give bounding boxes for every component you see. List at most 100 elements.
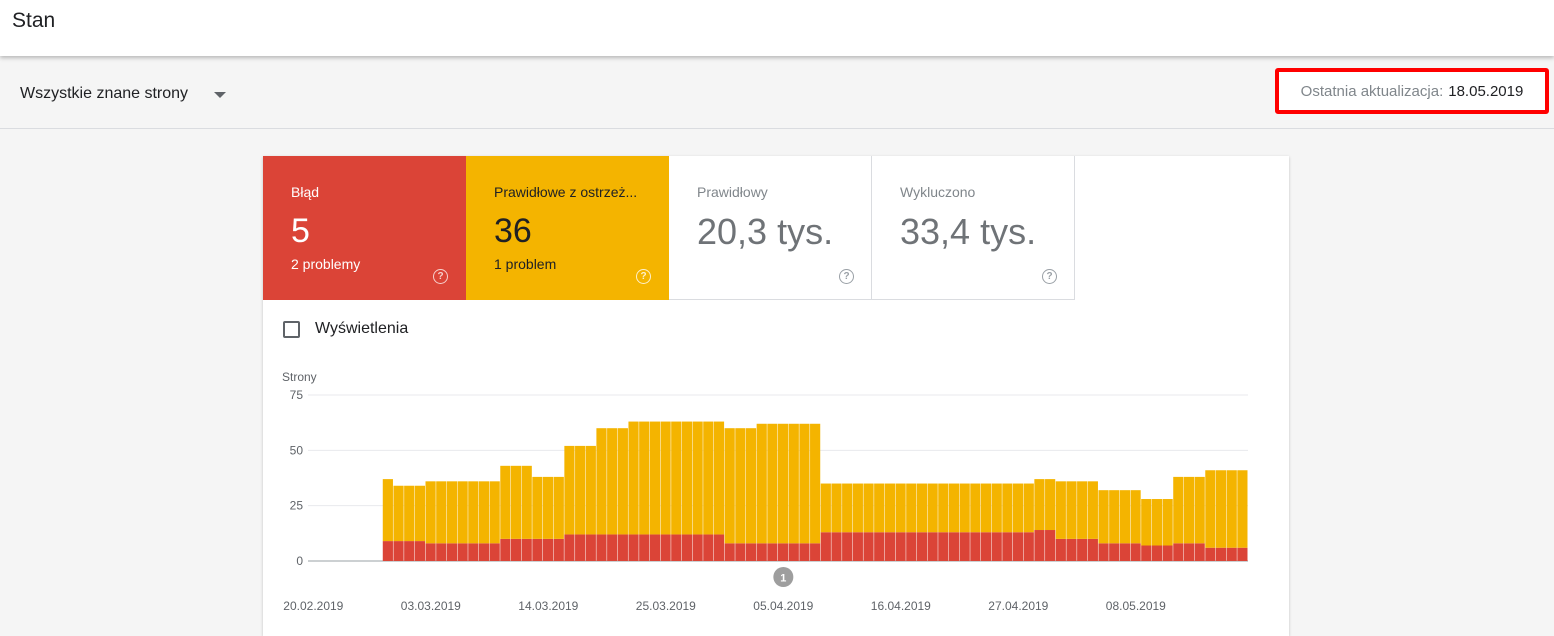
bar-warning — [1045, 479, 1056, 531]
bar-error — [767, 543, 778, 561]
bar-error — [425, 543, 436, 561]
tile-error[interactable]: Błąd 5 2 problemy ? — [263, 156, 466, 300]
bar-warning — [553, 476, 564, 539]
tile-valid[interactable]: Prawidłowy 20,3 tys. ? — [669, 156, 872, 300]
bar-error — [980, 532, 992, 561]
help-icon[interactable]: ? — [1042, 269, 1057, 284]
x-tick-label: 08.05.2019 — [1106, 599, 1166, 613]
bar-error — [564, 534, 575, 561]
bar-warning — [532, 476, 543, 539]
x-tick-label: 25.03.2019 — [636, 599, 696, 613]
bar-error — [1141, 545, 1152, 561]
bar-warning — [575, 445, 586, 535]
bar-error — [1215, 547, 1227, 561]
impressions-label: Wyświetlenia — [315, 320, 409, 337]
bar-warning — [510, 465, 522, 539]
bar-error — [948, 532, 960, 561]
bar-warning — [842, 483, 853, 533]
bar-warning — [852, 483, 863, 533]
bar-warning — [1194, 476, 1205, 544]
tile-warning-sub: 1 problem — [494, 256, 557, 272]
impressions-toggle[interactable]: Wyświetlenia — [283, 320, 408, 338]
bar-error — [1130, 543, 1141, 561]
tile-excluded[interactable]: Wykluczono 33,4 tys. ? — [872, 156, 1075, 300]
bar-error — [906, 532, 917, 561]
bar-warning — [1077, 481, 1088, 539]
bar-error — [1194, 543, 1205, 561]
bar-warning — [1205, 470, 1216, 548]
bar-warning — [713, 421, 725, 535]
bar-warning — [745, 428, 757, 544]
dropdown-arrow-icon — [214, 92, 227, 98]
bar-error — [649, 534, 660, 561]
bar-warning — [1066, 481, 1077, 539]
bar-error — [457, 543, 468, 561]
bar-error — [500, 538, 511, 561]
tile-valid-value: 20,3 tys. — [697, 211, 834, 252]
help-icon[interactable]: ? — [636, 269, 651, 284]
bar-warning — [1098, 490, 1109, 544]
bar-warning — [404, 485, 415, 542]
bar-error — [735, 543, 746, 561]
bar-error — [1205, 547, 1216, 561]
bar-warning — [863, 483, 874, 533]
bar-error — [1173, 543, 1184, 561]
bar-warning — [521, 465, 532, 539]
bar-warning — [468, 481, 479, 544]
bar-error — [1151, 545, 1163, 561]
bar-warning — [671, 421, 682, 535]
bar-error — [1066, 538, 1077, 561]
bar-error — [692, 534, 703, 561]
bar-warning — [478, 481, 490, 544]
bar-warning — [1215, 470, 1227, 548]
bar-error — [959, 532, 970, 561]
bar-warning — [980, 483, 992, 533]
bar-error — [788, 543, 799, 561]
bar-warning — [895, 483, 906, 533]
y-tick-label: 75 — [290, 388, 304, 402]
x-tick-label: 16.04.2019 — [871, 599, 931, 613]
bar-warning — [457, 481, 468, 544]
bar-warning — [884, 483, 895, 533]
bar-warning — [660, 421, 671, 535]
tile-warning-value: 36 — [494, 212, 532, 250]
bar-error — [916, 532, 928, 561]
bar-error — [991, 532, 1002, 561]
bar-error — [1077, 538, 1088, 561]
bar-warning — [959, 483, 970, 533]
tile-warning-label: Prawidłowe z ostrzeż... — [494, 184, 638, 200]
bar-warning — [788, 423, 799, 544]
pages-filter-dropdown[interactable]: Wszystkie znane strony — [20, 82, 227, 106]
bar-warning — [1109, 490, 1120, 544]
y-axis-label: Strony — [282, 370, 317, 384]
bar-error — [884, 532, 895, 561]
bar-error — [468, 543, 479, 561]
bar-warning — [916, 483, 928, 533]
bar-warning — [874, 483, 885, 533]
bar-warning — [1141, 499, 1152, 546]
last-update-info: Ostatnia aktualizacja: 18.05.2019 — [1275, 68, 1549, 114]
bar-warning — [1034, 479, 1045, 531]
impressions-checkbox[interactable] — [283, 320, 300, 338]
bar-warning — [425, 481, 436, 544]
bar-warning — [756, 423, 767, 544]
bar-error — [436, 543, 447, 561]
bar-error — [810, 543, 821, 561]
bar-error — [585, 534, 596, 561]
bar-warning — [585, 445, 596, 535]
bar-warning — [1023, 483, 1034, 533]
bar-error — [393, 541, 404, 561]
bar-error — [842, 532, 853, 561]
bar-error — [510, 538, 522, 561]
bar-error — [532, 538, 543, 561]
bar-warning — [1013, 483, 1024, 533]
help-icon[interactable]: ? — [433, 269, 448, 284]
tile-warning[interactable]: Prawidłowe z ostrzeż... 36 1 problem ? — [466, 156, 669, 300]
bar-warning — [1226, 470, 1237, 548]
bar-warning — [767, 423, 778, 544]
bar-warning — [639, 421, 650, 535]
page-title: Stan — [12, 9, 56, 32]
help-icon[interactable]: ? — [839, 269, 854, 284]
y-tick-label: 25 — [290, 499, 304, 513]
bar-error — [895, 532, 906, 561]
